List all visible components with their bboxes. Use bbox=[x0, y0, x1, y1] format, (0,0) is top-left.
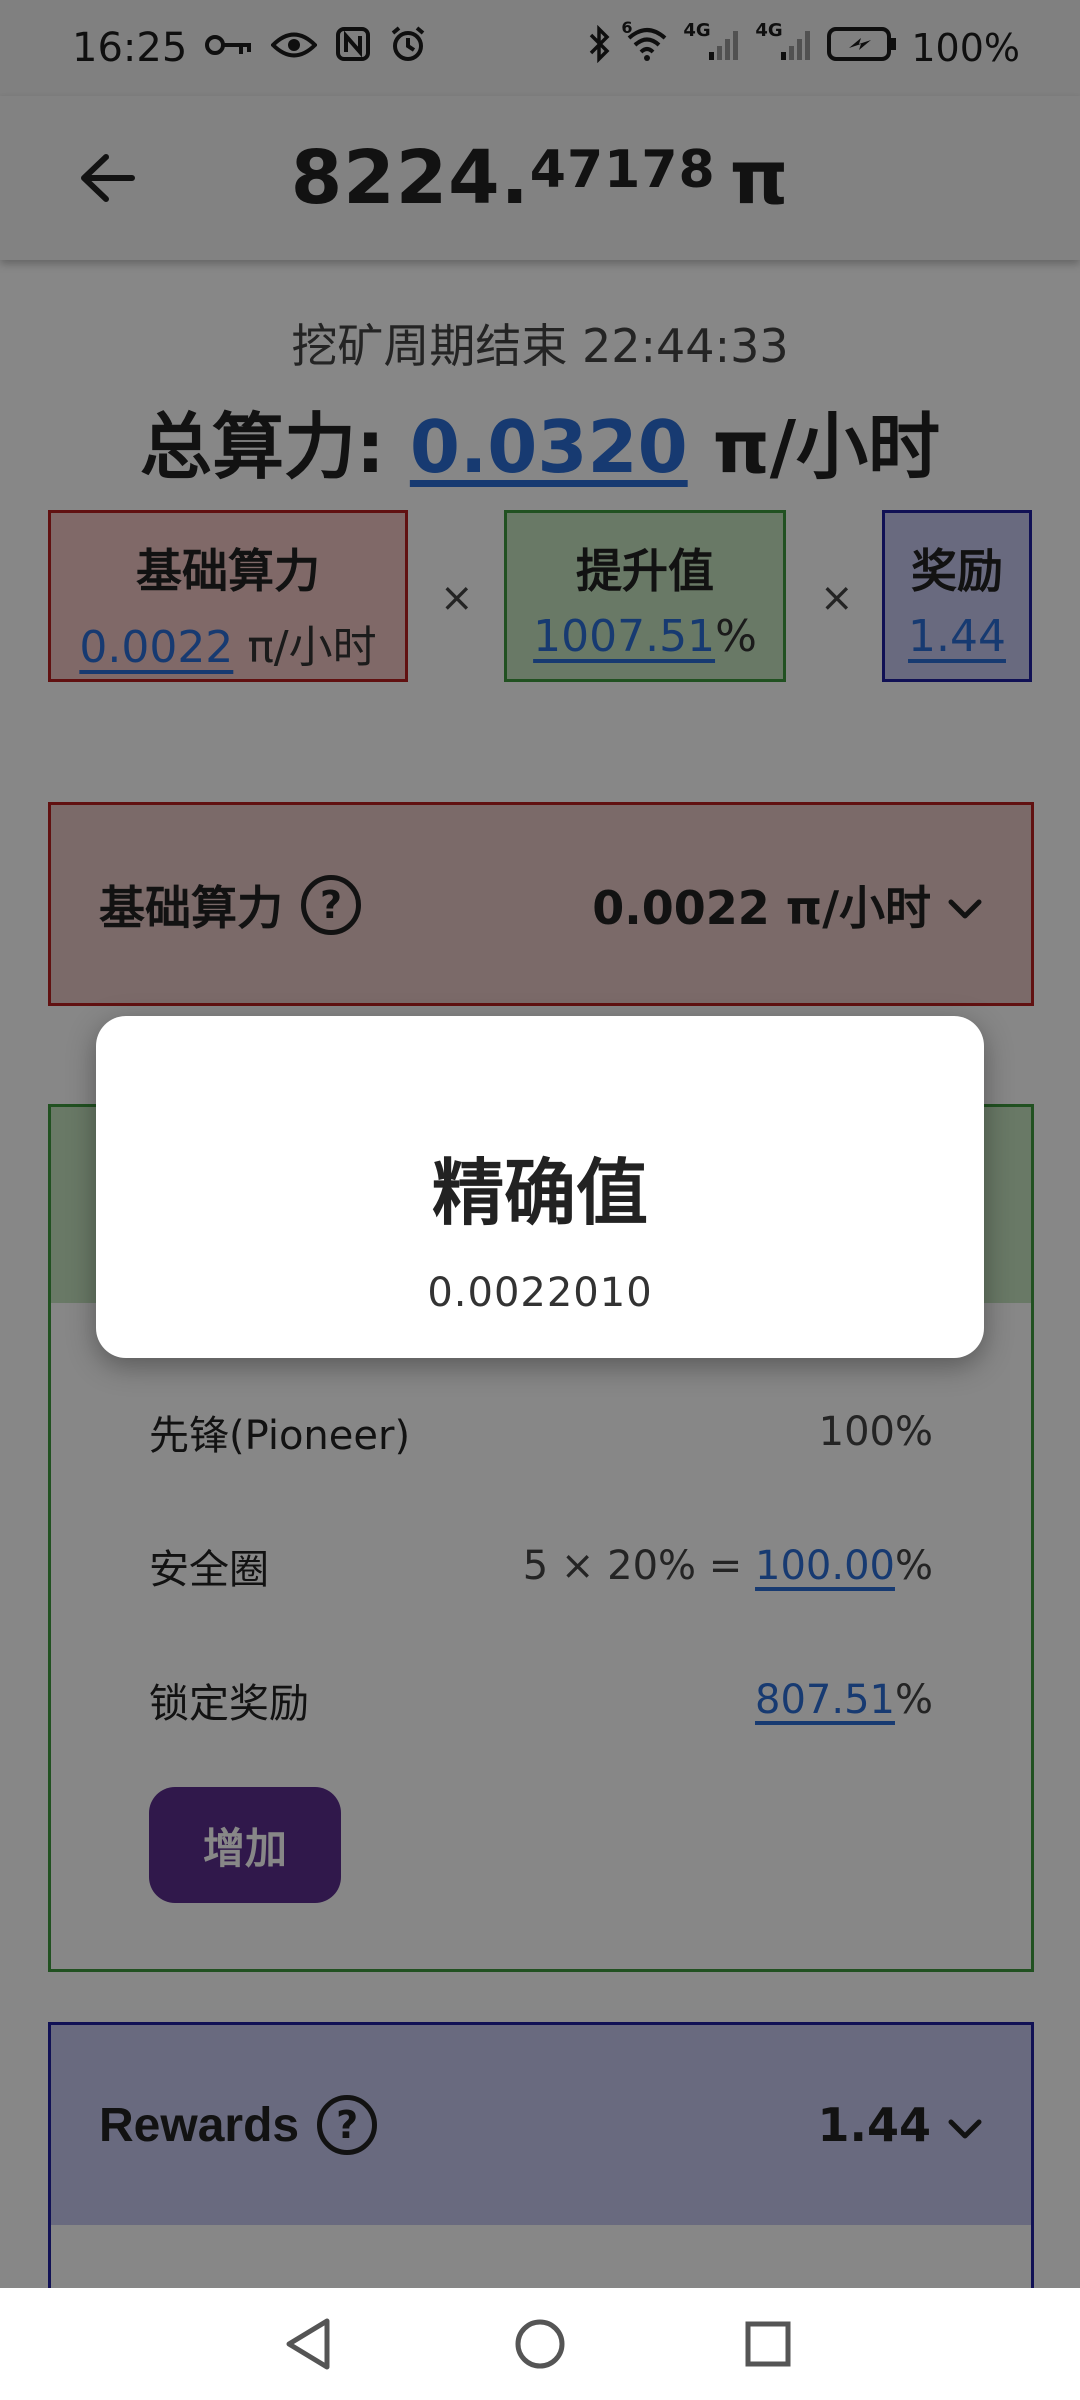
dialog-title: 精确值 bbox=[431, 1151, 648, 1235]
exact-value-dialog: 精确值 0.0022010 bbox=[96, 1016, 984, 1358]
recents-square-icon[interactable] bbox=[732, 2308, 804, 2380]
navigation-bar bbox=[0, 2288, 1080, 2400]
home-circle-icon[interactable] bbox=[504, 2308, 576, 2380]
back-triangle-icon[interactable] bbox=[272, 2308, 344, 2380]
dialog-exact-value: 0.0022010 bbox=[427, 1270, 653, 1316]
